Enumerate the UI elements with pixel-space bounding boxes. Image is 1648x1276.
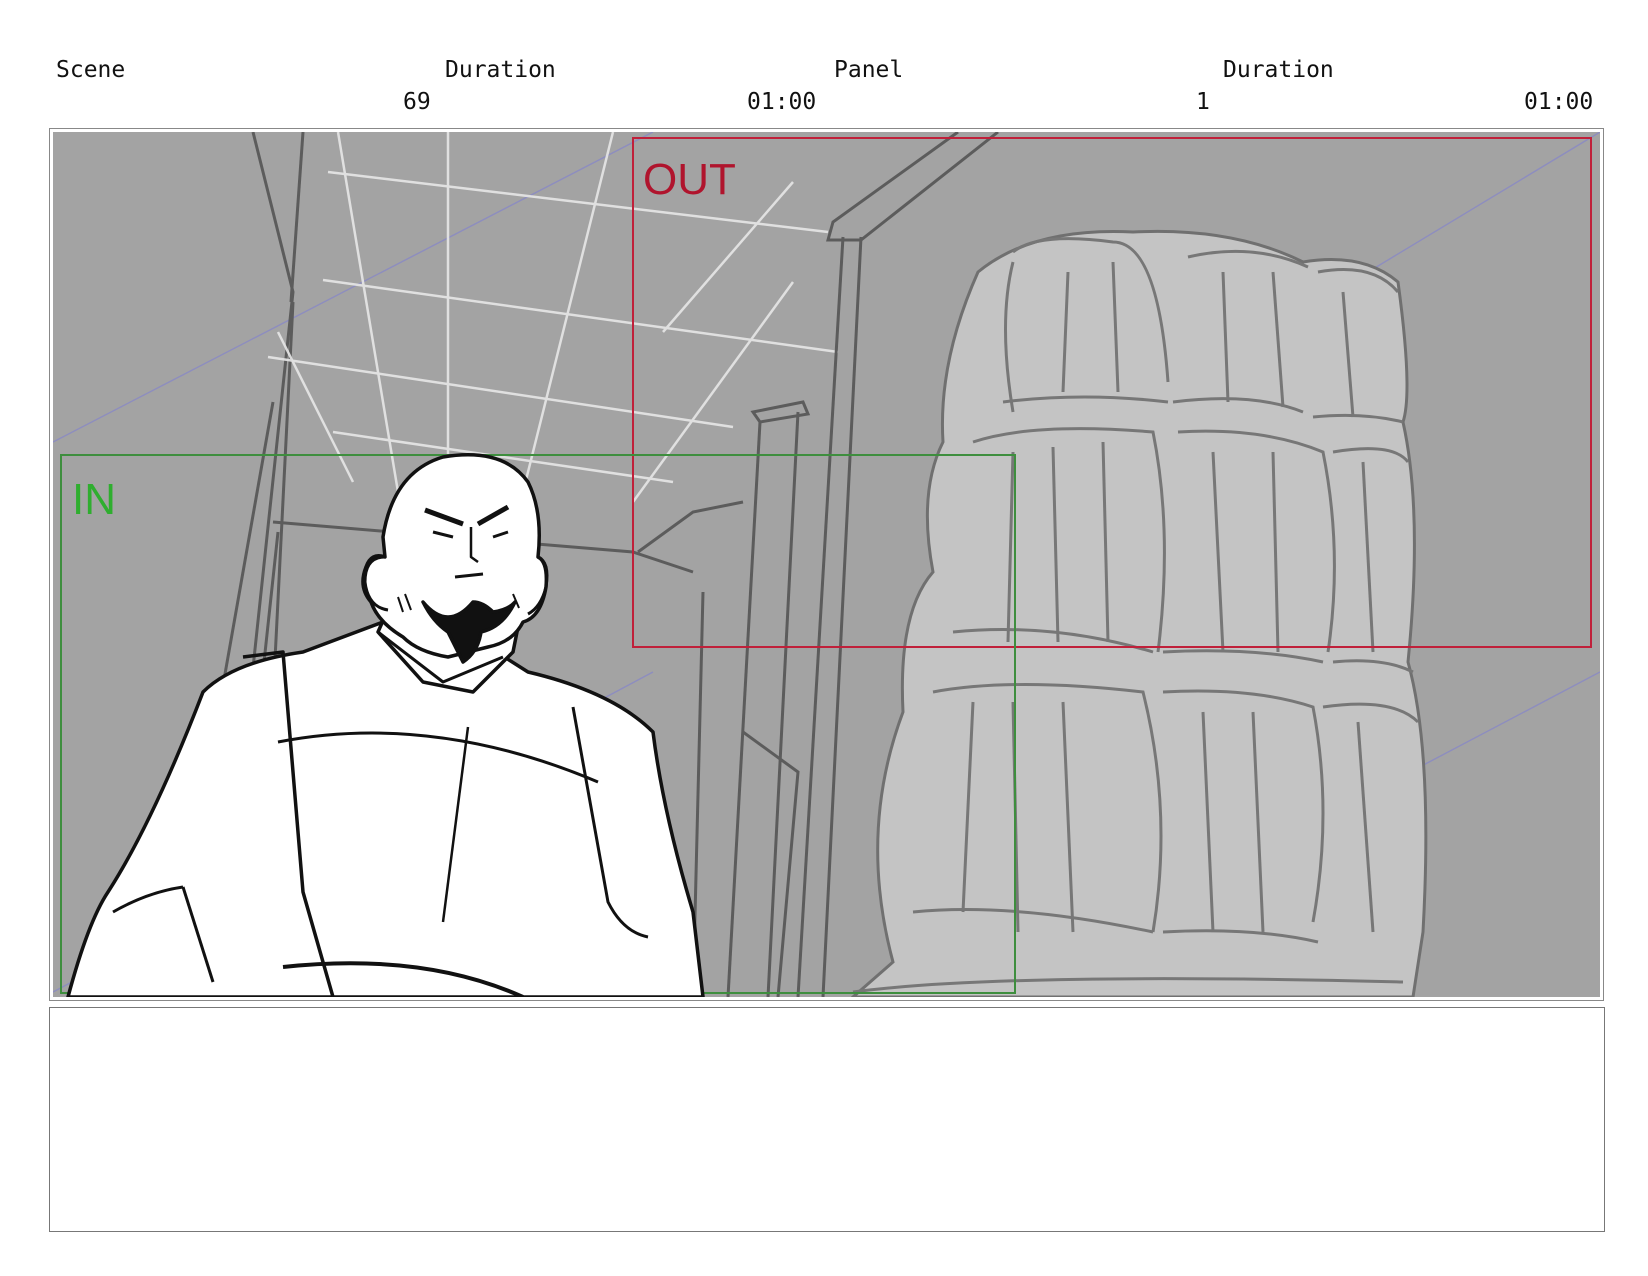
notes-box[interactable] bbox=[49, 1007, 1605, 1232]
storyboard-panel-image: OUT IN bbox=[53, 132, 1600, 997]
scene-number: 69 bbox=[403, 89, 431, 115]
scene-duration-label: Duration bbox=[445, 57, 556, 83]
panel-label: Panel bbox=[834, 57, 904, 83]
scene-duration-value: 01:00 bbox=[747, 89, 817, 115]
scene-label: Scene bbox=[56, 57, 126, 83]
panel-duration-value: 01:00 bbox=[1524, 89, 1594, 115]
notes-text bbox=[50, 1008, 1604, 1028]
out-label: OUT bbox=[643, 155, 736, 204]
panel-number: 1 bbox=[1196, 89, 1210, 115]
panel-duration-label: Duration bbox=[1223, 57, 1334, 83]
in-label: IN bbox=[72, 475, 116, 524]
